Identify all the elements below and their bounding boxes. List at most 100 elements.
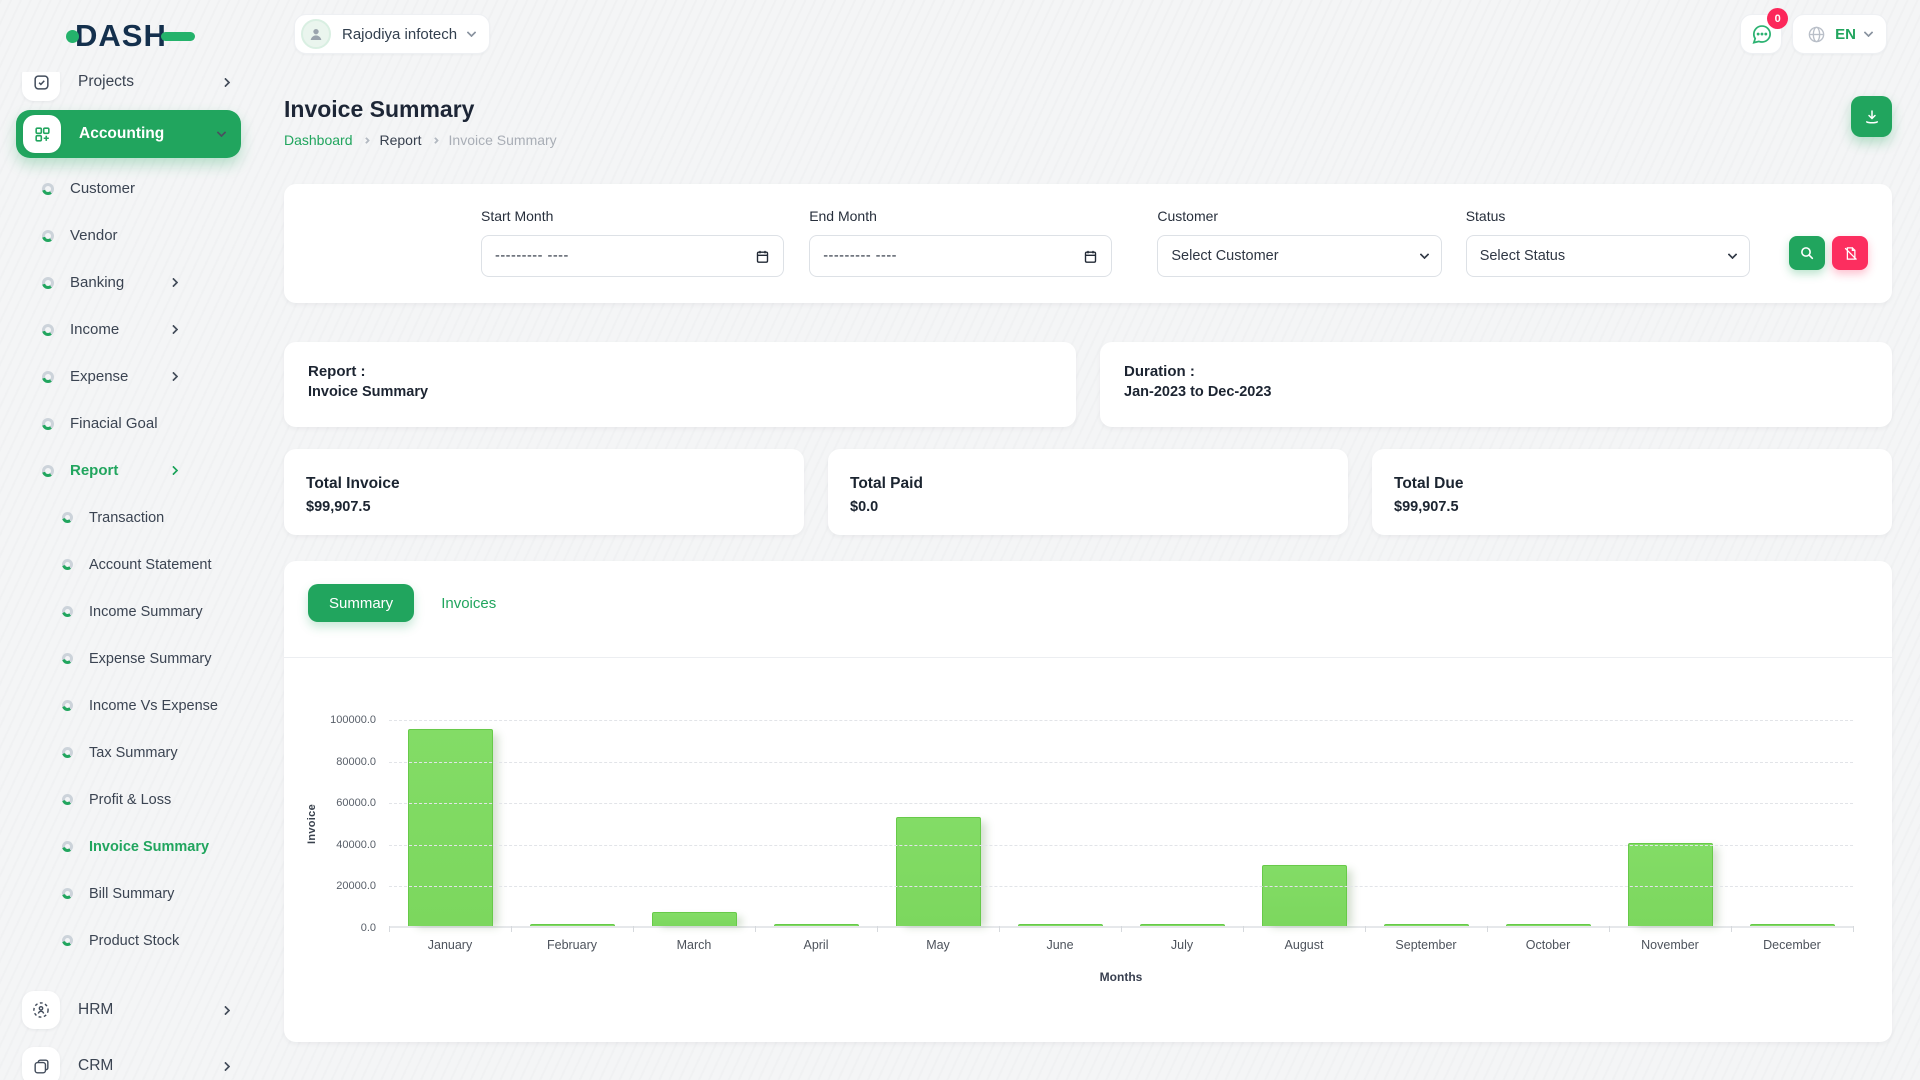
logo-dot-icon [66,30,79,43]
bar-slot [1609,720,1731,926]
bar-july[interactable] [1140,924,1225,926]
sidebar-item-report[interactable]: Report [0,447,257,494]
sidebar-item-profit-loss[interactable]: Profit & Loss [0,776,257,823]
chevron-right-icon [221,77,231,87]
x-tick-label: May [877,938,999,952]
bar-december[interactable] [1750,924,1835,926]
bullet-icon [62,559,73,570]
sidebar-item-projects[interactable]: Projects [0,72,257,102]
bullet-icon [62,653,73,664]
status-select[interactable]: Select Status [1466,235,1750,277]
chevron-right-icon [221,1005,231,1015]
company-selector[interactable]: Rajodiya infotech [294,14,490,54]
customer-select[interactable]: Select Customer [1157,235,1441,277]
axis-tick [1121,926,1122,932]
sidebar-item-transaction[interactable]: Transaction [0,494,257,541]
stat-label: Total Invoice [306,475,782,493]
projects-icon [22,72,60,101]
tab-invoices[interactable]: Invoices [441,595,496,612]
bar-january[interactable] [408,729,493,926]
customer-label: Customer [1157,208,1441,224]
status-label: Status [1466,208,1750,224]
sidebar-item-income-vs-expense[interactable]: Income Vs Expense [0,682,257,729]
bullet-icon [42,230,54,242]
axis-tick [755,926,756,932]
sidebar-item-accounting[interactable]: Accounting [16,110,241,158]
sidebar-item-tax-summary[interactable]: Tax Summary [0,729,257,776]
sidebar-item-crm[interactable]: CRM [0,1042,257,1080]
chevron-right-icon [169,278,179,288]
logo-text: DASH [75,20,167,51]
language-selector[interactable]: EN [1792,14,1887,54]
bar-april[interactable] [774,924,859,926]
search-icon [1799,245,1815,261]
x-tick-label: March [633,938,755,952]
stat-value: $99,907.5 [1394,499,1870,515]
end-month-value: --------- ---- [823,248,897,264]
notification-badge: 0 [1767,8,1788,29]
chart-plot-area [389,720,1853,928]
app-logo[interactable]: DASH [66,20,195,51]
x-tick-label: September [1365,938,1487,952]
sidebar-item-label: Bill Summary [89,886,174,902]
company-avatar [301,19,331,49]
start-month-input[interactable]: --------- ---- [481,235,784,277]
sidebar-item-label: Profit & Loss [89,792,171,808]
bar-august[interactable] [1262,865,1347,926]
apply-filter-button[interactable] [1789,236,1825,270]
tab-summary[interactable]: Summary [308,584,414,622]
sidebar-item-expense[interactable]: Expense [0,353,257,400]
bullet-icon [62,700,73,711]
total-paid-card: Total Paid $0.0 [828,449,1348,535]
messages-button[interactable]: 0 [1740,14,1782,54]
bar-slot [1243,720,1365,926]
bar-june[interactable] [1018,924,1103,926]
sidebar-item-expense-summary[interactable]: Expense Summary [0,635,257,682]
calendar-icon [1083,249,1098,264]
y-tick-label: 0.0 [284,922,376,934]
crm-icon [22,1047,60,1080]
stat-value: $0.0 [850,499,1326,515]
bar-october[interactable] [1506,924,1591,926]
breadcrumb-report[interactable]: Report [380,132,422,148]
bar-september[interactable] [1384,924,1469,926]
sidebar-item-account-statement[interactable]: Account Statement [0,541,257,588]
sidebar-item-bill-summary[interactable]: Bill Summary [0,870,257,917]
duration-card: Duration : Jan-2023 to Dec-2023 [1100,342,1892,427]
sidebar-item-customer[interactable]: Customer [0,165,257,212]
invoice-bar-chart: Invoice 0.020000.040000.060000.080000.01… [284,720,1853,1002]
bar-may[interactable] [896,817,981,926]
sidebar-item-finacial-goal[interactable]: Finacial Goal [0,400,257,447]
bar-slot [1365,720,1487,926]
bar-november[interactable] [1628,843,1713,926]
breadcrumb: Dashboard Report Invoice Summary [284,132,557,148]
company-name: Rajodiya infotech [342,26,457,43]
bullet-icon [62,747,73,758]
sidebar-item-label: Customer [70,180,135,197]
end-month-input[interactable]: --------- ---- [809,235,1112,277]
sidebar-item-label: Expense [70,368,128,385]
bullet-icon [42,465,54,477]
sidebar-item-hrm[interactable]: HRM [0,986,257,1034]
axis-tick [511,926,512,932]
stat-label: Total Due [1394,475,1870,493]
sidebar-item-product-stock[interactable]: Product Stock [0,917,257,964]
bar-march[interactable] [652,912,737,926]
gridline [389,720,1853,721]
chevron-right-icon [169,325,179,335]
bar-slot [999,720,1121,926]
sidebar-item-label: Projects [78,73,134,91]
download-report-button[interactable] [1851,96,1892,137]
gridline [389,886,1853,887]
start-month-label: Start Month [481,208,784,224]
sidebar-item-invoice-summary[interactable]: Invoice Summary [0,823,257,870]
x-tick-label: August [1243,938,1365,952]
sidebar-item-income-summary[interactable]: Income Summary [0,588,257,635]
reset-filter-button[interactable] [1832,236,1868,270]
bar-february[interactable] [530,924,615,926]
sidebar-item-banking[interactable]: Banking [0,259,257,306]
sidebar-item-income[interactable]: Income [0,306,257,353]
breadcrumb-dashboard[interactable]: Dashboard [284,132,353,148]
sidebar-item-vendor[interactable]: Vendor [0,212,257,259]
axis-tick [1853,926,1854,932]
